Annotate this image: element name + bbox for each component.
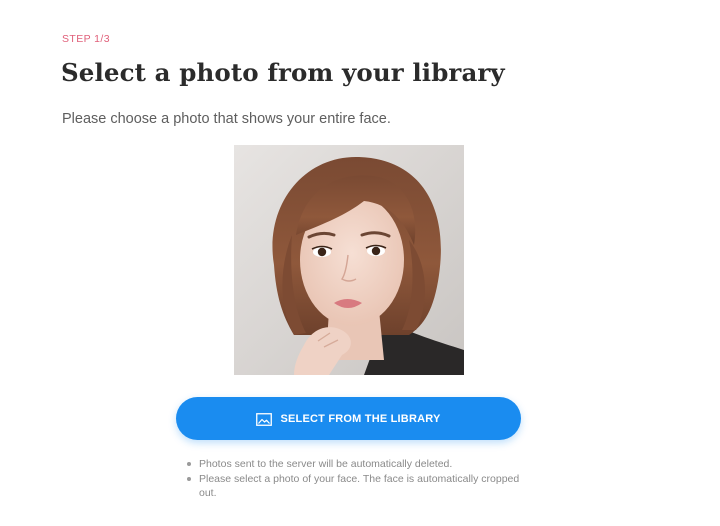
info-notes: Photos sent to the server will be automa…: [187, 457, 532, 501]
list-item: Please select a photo of your face. The …: [187, 472, 532, 501]
selected-photo: [234, 145, 464, 375]
page-subtitle: Please choose a photo that shows your en…: [62, 111, 391, 127]
list-item: Photos sent to the server will be automa…: [187, 457, 532, 472]
select-from-library-button[interactable]: SELECT FROM THE LIBRARY: [176, 397, 521, 440]
select-from-library-label: SELECT FROM THE LIBRARY: [280, 412, 441, 425]
image-icon: [256, 412, 273, 426]
page-title: Select a photo from your library: [61, 58, 505, 87]
step-indicator: STEP 1/3: [62, 33, 110, 45]
